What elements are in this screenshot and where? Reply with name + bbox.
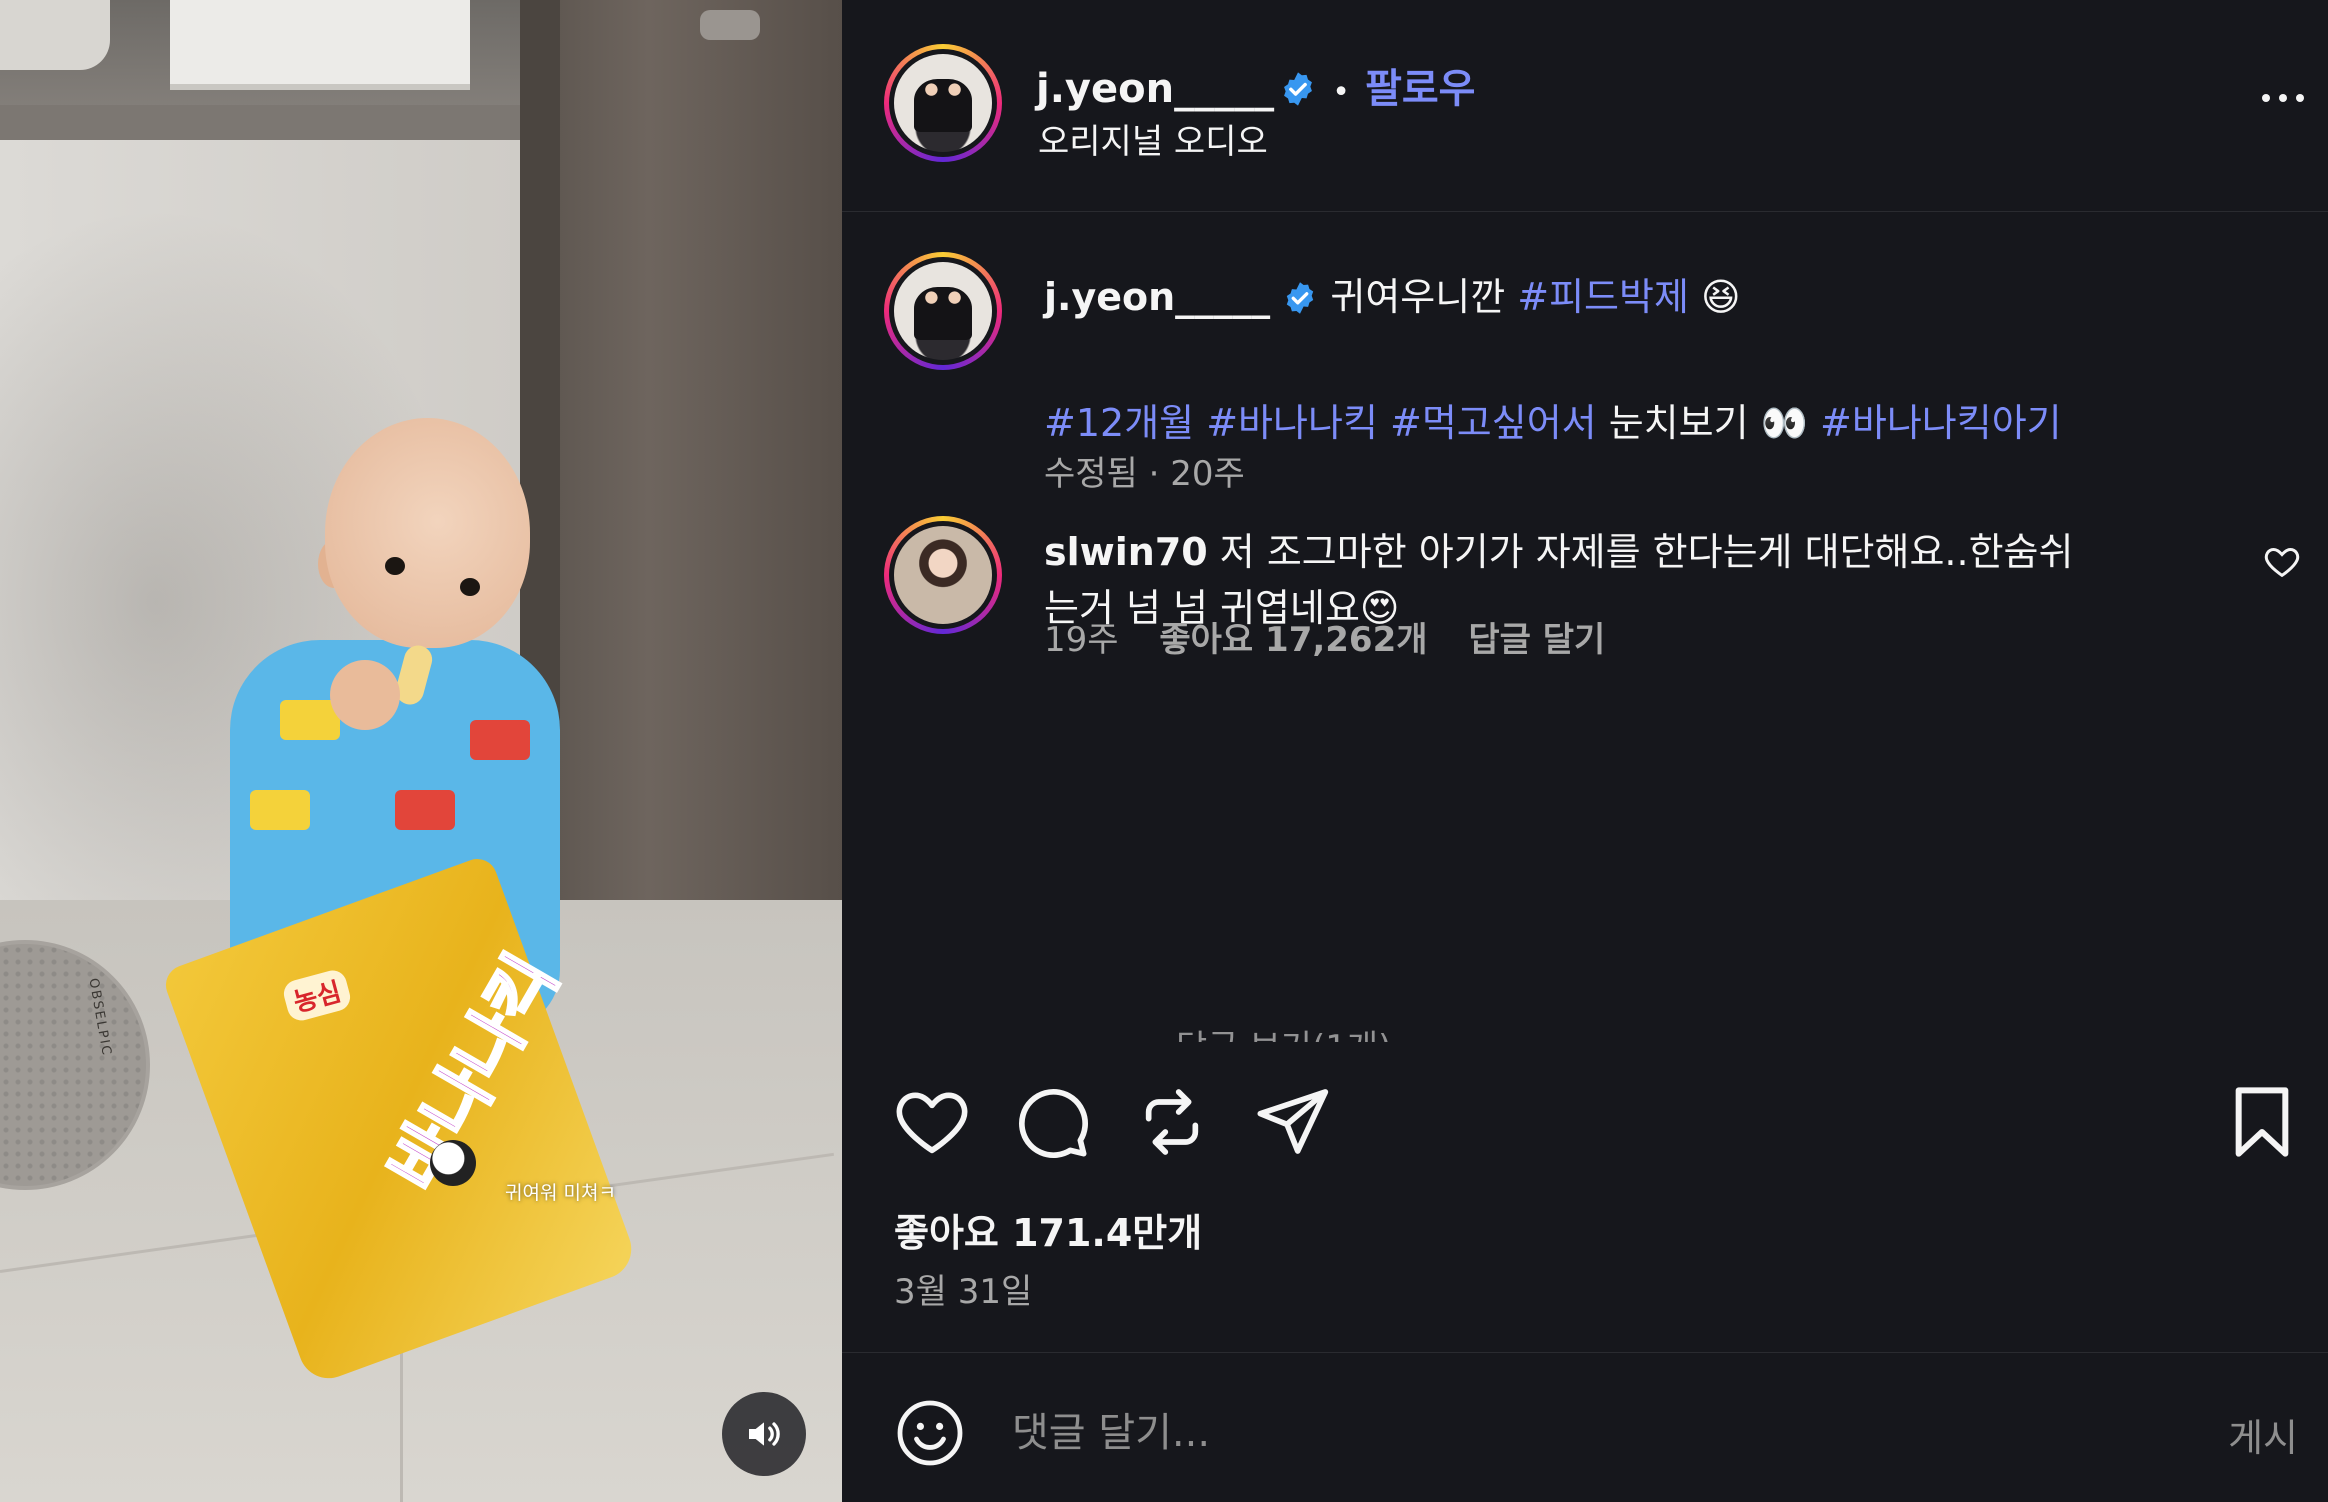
bookmark-icon[interactable] [2222, 1082, 2302, 1162]
pajama-pattern [395, 790, 455, 830]
comment-bar: 게시 [842, 1352, 2328, 1502]
share-send-icon[interactable] [1252, 1082, 1332, 1162]
avatar-image [894, 526, 992, 624]
hashtag-link[interactable]: #먹고싶어서 [1390, 401, 1597, 445]
comment-input[interactable] [1012, 1403, 2012, 1463]
caption-line: j.yeon_____ 귀여우니깐 #피드박제 😆 [1044, 266, 1741, 321]
post-sidebar: j.yeon_____ • 팔로우 오리지널 오디오 j.yeon_____ 귀 [842, 0, 2328, 1502]
avatar-frame [889, 49, 997, 157]
comment-likes-count[interactable]: 좋아요 17,262개 [1159, 620, 1427, 660]
post-header: j.yeon_____ • 팔로우 오리지널 오디오 [842, 0, 2328, 212]
post-date: 3월 31일 [894, 1272, 1033, 1312]
commenter-username[interactable]: slwin70 [1044, 530, 1208, 574]
baby-eye [385, 557, 405, 575]
comment-meta: 19주 좋아요 17,262개 답글 달기 [1044, 612, 1605, 661]
view-replies-button[interactable]: 답글 보기(1개) [1176, 1020, 1391, 1042]
avatar-image [894, 262, 992, 360]
verified-badge-icon [1287, 282, 1314, 314]
follow-button[interactable]: 팔로우 [1365, 66, 1475, 112]
door-handle [700, 10, 760, 40]
caption-emoji: 😆 [1701, 275, 1741, 319]
speaker-icon [749, 1422, 780, 1446]
avatar-frame [889, 521, 997, 629]
caption-text: 눈치보기 👀 [1596, 401, 1821, 445]
avatar-frame [889, 257, 997, 365]
verified-badge-icon [1284, 72, 1313, 106]
like-heart-icon[interactable] [892, 1082, 972, 1162]
caption-tags-line: #12개월 #바나나킥 #먹고싶어서 눈치보기 👀 #바나나킥아기 [1044, 392, 2062, 447]
author-username[interactable]: j.yeon_____ [1036, 66, 1274, 112]
caption-username[interactable]: j.yeon_____ [1044, 275, 1270, 319]
more-options-icon[interactable] [2258, 88, 2308, 108]
hashtag-link[interactable]: #피드박제 [1517, 275, 1689, 319]
post-actions: 좋아요 171.4만개 3월 31일 [842, 1040, 2328, 1360]
storage-box [170, 0, 470, 90]
comments-section: j.yeon_____ 귀여우니깐 #피드박제 😆 #12개월 #바나나킥 #먹… [842, 212, 2328, 1042]
post-comment-button[interactable]: 게시 [2228, 1407, 2298, 1462]
comment-bubble-icon[interactable] [1012, 1082, 1092, 1162]
baby-eye [460, 578, 480, 596]
pajama-pattern [470, 720, 530, 760]
post-media[interactable]: OBSELPIC 농심 바나나킥 귀여워 미쳐ㅋ [0, 0, 842, 1502]
countertop-edge [0, 105, 535, 140]
comment-age: 19주 [1044, 620, 1119, 660]
baby-head [325, 418, 530, 648]
post-likes-count[interactable]: 좋아요 171.4만개 [894, 1202, 1202, 1257]
repost-icon[interactable] [1132, 1082, 1212, 1162]
comment-like-icon[interactable] [2262, 542, 2302, 582]
hashtag-link[interactable]: #바나나킥 [1206, 401, 1378, 445]
caption-avatar[interactable] [884, 252, 1002, 370]
reply-button[interactable]: 답글 달기 [1468, 620, 1605, 660]
author-avatar[interactable] [884, 44, 1002, 162]
audio-label[interactable]: 오리지널 오디오 [1038, 114, 1268, 163]
caption-meta: 수정됨 · 20주 [1044, 454, 1245, 494]
hashtag-link[interactable]: #12개월 [1044, 401, 1194, 445]
commenter-avatar[interactable] [884, 516, 1002, 634]
soccer-ball [430, 1140, 476, 1186]
header-title-row: j.yeon_____ • 팔로우 [1036, 56, 1475, 114]
baby-hand [330, 660, 400, 730]
caption-text: 귀여우니깐 [1330, 275, 1518, 319]
mute-button[interactable] [722, 1392, 806, 1476]
emoji-picker-icon[interactable] [894, 1397, 966, 1469]
pajama-pattern [250, 790, 310, 830]
video-text-overlay: 귀여워 미쳐ㅋ [505, 1182, 616, 1204]
avatar-image [894, 54, 992, 152]
header-separator: • [1332, 75, 1350, 110]
hashtag-link[interactable]: #바나나킥아기 [1820, 401, 2062, 445]
bowl [0, 0, 110, 70]
